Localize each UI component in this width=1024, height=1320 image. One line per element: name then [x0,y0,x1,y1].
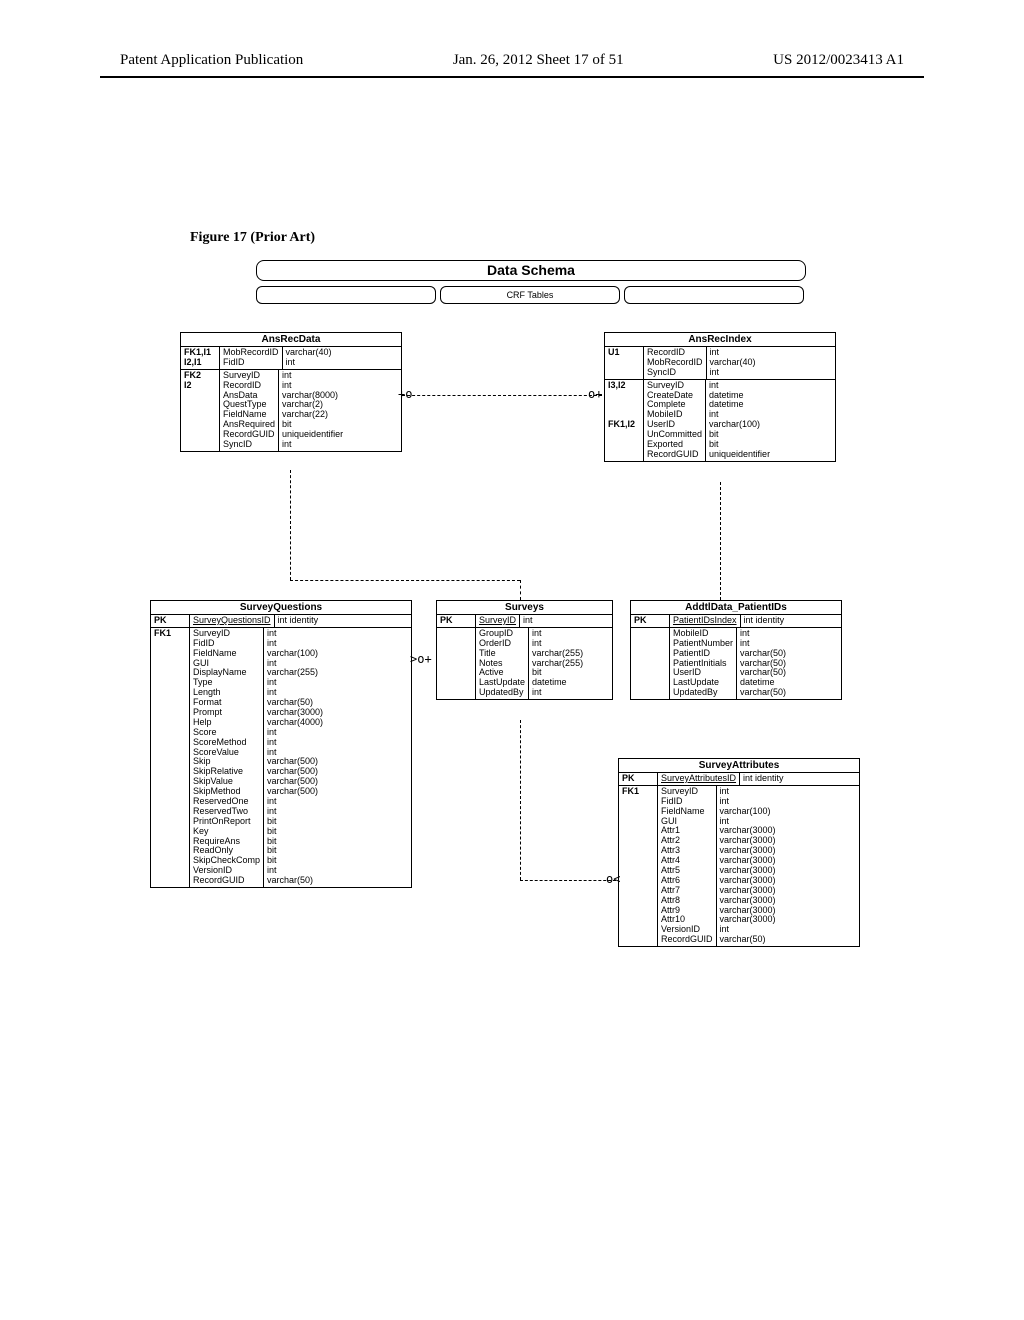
field-types: intintvarchar(50)varchar(50)varchar(50)d… [737,628,789,699]
field-names: GroupIDOrderIDTitleNotesActiveLastUpdate… [476,628,529,699]
field-types: intvarchar(40)int [707,347,759,379]
table-section: U1RecordIDMobRecordIDSyncIDintvarchar(40… [605,347,835,380]
key-cell: I3,I2 FK1,I2 [605,380,644,461]
connector [520,880,616,881]
table-title: AnsRecData [181,333,401,347]
table-section: PKSurveyQuestionsIDint identity [151,615,411,628]
key-cell: PK [151,615,190,627]
table-section: I3,I2 FK1,I2SurveyIDCreateDateCompleteMo… [605,380,835,461]
table-title: SurveyQuestions [151,601,411,615]
field-names: SurveyAttributesID [658,773,740,785]
table-section: FK1,I1 I2,I1MobRecordIDFidIDvarchar(40)i… [181,347,401,370]
connector [520,580,521,600]
table-section: FK2 I2SurveyIDRecordIDAnsDataQuestTypeFi… [181,370,401,451]
crowfoot-icon: o+ [588,388,602,400]
connector [520,720,521,880]
subtab-right [624,286,804,304]
page-header: Patent Application Publication Jan. 26, … [0,52,1024,69]
table-ansrecdata: AnsRecDataFK1,I1 I2,I1MobRecordIDFidIDva… [180,332,402,452]
subtab-center: CRF Tables [440,286,620,304]
field-types: int [520,615,536,627]
field-names: SurveyID [476,615,520,627]
key-cell: FK2 I2 [181,370,220,451]
key-cell: PK [631,615,670,627]
schema-title: Data Schema [256,260,806,281]
header-left: Patent Application Publication [120,52,303,69]
table-section: GroupIDOrderIDTitleNotesActiveLastUpdate… [437,628,612,699]
table-section: PKPatientIDsIndexint identity [631,615,841,628]
field-types: int identity [741,615,788,627]
field-types: intintvarchar(8000)varchar(2)varchar(22)… [279,370,346,451]
header-rule [100,76,924,78]
field-names: MobileIDPatientNumberPatientIDPatientIni… [670,628,737,699]
table-section: FK1SurveyIDFidIDFieldNameGUIDisplayNameT… [151,628,411,887]
table-title: AnsRecIndex [605,333,835,347]
field-names: SurveyIDRecordIDAnsDataQuestTypeFieldNam… [220,370,279,451]
field-types: varchar(40)int [283,347,335,369]
table-title: SurveyAttributes [619,759,859,773]
field-names: SurveyIDCreateDateCompleteMobileIDUserID… [644,380,706,461]
table-section: MobileIDPatientNumberPatientIDPatientIni… [631,628,841,699]
field-types: int identity [740,773,787,785]
subtab-left [256,286,436,304]
key-cell: PK [437,615,476,627]
table-title: Surveys [437,601,612,615]
table-surveys: SurveysPKSurveyIDintGroupIDOrderIDTitleN… [436,600,613,700]
connector [720,482,721,600]
table-section: PKSurveyIDint [437,615,612,628]
field-types: int identity [275,615,322,627]
table-surveyattributes: SurveyAttributesPKSurveyAttributesIDint … [618,758,860,947]
key-cell [631,628,670,699]
table-section: PKSurveyAttributesIDint identity [619,773,859,786]
header-right: US 2012/0023413 A1 [773,52,904,69]
field-names: SurveyQuestionsID [190,615,275,627]
table-ansrecindex: AnsRecIndexU1RecordIDMobRecordIDSyncIDin… [604,332,836,462]
field-names: MobRecordIDFidID [220,347,283,369]
table-title: AddtlData_PatientIDs [631,601,841,615]
field-names: SurveyIDFidIDFieldNameGUIDisplayNameType… [190,628,264,887]
header-center: Jan. 26, 2012 Sheet 17 of 51 [453,52,624,69]
schema-diagram: Data Schema CRF Tables AnsRecDataFK1,I1 … [150,260,910,1090]
schema-subtitle-row: CRF Tables [256,286,804,304]
key-cell: FK1 [151,628,190,887]
crowfoot-icon: o< [606,873,620,885]
connector [290,470,291,580]
key-cell: PK [619,773,658,785]
connector [402,395,602,396]
key-cell: FK1,I1 I2,I1 [181,347,220,369]
field-names: SurveyIDFidIDFieldNameGUIAttr1Attr2Attr3… [658,786,717,946]
field-types: intdatetimedatetimeintvarchar(100)bitbit… [706,380,773,461]
connector [290,580,520,581]
key-cell: U1 [605,347,644,379]
crowfoot-icon: +o [398,388,412,400]
field-types: intintvarchar(100)intvarchar(3000)varcha… [717,786,779,946]
table-section: FK1SurveyIDFidIDFieldNameGUIAttr1Attr2At… [619,786,859,946]
figure-caption: Figure 17 (Prior Art) [190,230,315,246]
field-types: intintvarchar(100)intvarchar(255)intintv… [264,628,326,887]
key-cell [437,628,476,699]
table-addtldata-patientids: AddtlData_PatientIDsPKPatientIDsIndexint… [630,600,842,700]
field-types: intintvarchar(255)varchar(255)bitdatetim… [529,628,586,699]
table-surveyquestions: SurveyQuestionsPKSurveyQuestionsIDint id… [150,600,412,888]
field-names: RecordIDMobRecordIDSyncID [644,347,707,379]
key-cell: FK1 [619,786,658,946]
field-names: PatientIDsIndex [670,615,741,627]
crowfoot-icon: >o+ [410,653,432,665]
